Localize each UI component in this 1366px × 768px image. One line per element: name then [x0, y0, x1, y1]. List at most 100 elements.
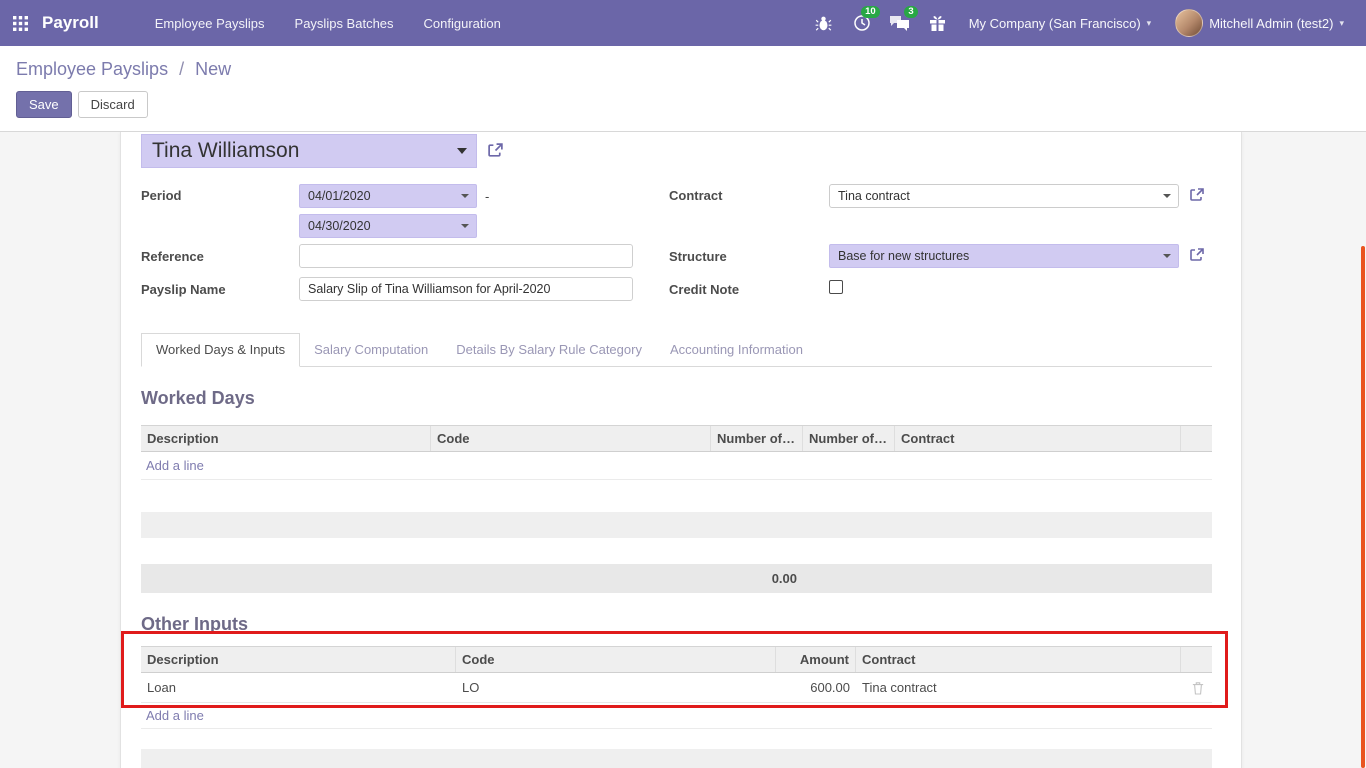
menu-payslips-batches[interactable]: Payslips Batches: [295, 16, 394, 31]
column-header-number-of-days: Number of ...: [711, 426, 803, 451]
breadcrumb: Employee Payslips / New: [0, 46, 1366, 80]
navbar-right: 10 3 My Company (San Francisco): [807, 0, 1366, 46]
chevron-down-icon: [461, 224, 469, 228]
company-switcher[interactable]: My Company (San Francisco) ▾: [959, 0, 1161, 46]
chevron-down-icon: [457, 148, 467, 154]
menu-employee-payslips[interactable]: Employee Payslips: [155, 16, 265, 31]
other-inputs-title: Other Inputs: [141, 614, 1212, 636]
discard-button[interactable]: Discard: [78, 91, 148, 118]
empty-row-striped: [141, 749, 1212, 768]
empty-row: [141, 729, 1212, 749]
app-name[interactable]: Payroll: [42, 13, 99, 33]
apps-grid-icon: [13, 16, 28, 31]
chevron-down-icon: ▾: [1147, 18, 1152, 29]
bug-icon: [815, 15, 832, 32]
structure-label: Structure: [669, 249, 727, 264]
trash-icon: [1192, 681, 1204, 695]
control-panel-buttons: Save Discard: [16, 91, 1366, 118]
column-header-contract: Contract: [856, 647, 1181, 672]
period-dash: -: [485, 189, 489, 204]
chevron-down-icon: [461, 194, 469, 198]
form-sheet: Tina Williamson Period 04/01/2020 - 04/3…: [120, 132, 1242, 768]
period-label: Period: [141, 188, 181, 203]
add-a-line-link[interactable]: Add a line: [146, 458, 204, 473]
tab-details-by-salary-rule-category[interactable]: Details By Salary Rule Category: [442, 334, 656, 366]
save-button[interactable]: Save: [16, 91, 72, 118]
debug-menu-button[interactable]: [807, 0, 841, 46]
company-name: My Company (San Francisco): [969, 16, 1141, 31]
apps-menu-button[interactable]: [0, 0, 40, 46]
payroll-form-page: Payroll Employee Payslips Payslips Batch…: [0, 0, 1366, 768]
other-inputs-row[interactable]: Loan LO 600.00 Tina contract: [141, 673, 1212, 703]
structure-value: Base for new structures: [838, 249, 969, 263]
structure-external-link-icon[interactable]: [1189, 247, 1205, 263]
period-from-field[interactable]: 04/01/2020: [299, 184, 477, 208]
contract-value: Tina contract: [838, 189, 910, 203]
messages-badge: 3: [904, 6, 917, 18]
column-header-amount: Amount: [776, 647, 856, 672]
empty-row: [141, 538, 1212, 564]
add-a-line-link[interactable]: Add a line: [146, 708, 204, 723]
employee-external-link-icon[interactable]: [487, 142, 504, 159]
tab-accounting-information[interactable]: Accounting Information: [656, 334, 817, 366]
breadcrumb-parent[interactable]: Employee Payslips: [16, 59, 168, 79]
worked-days-total: 0.00: [141, 571, 797, 586]
navbar-left: Payroll Employee Payslips Payslips Batch…: [0, 0, 501, 46]
cell-description[interactable]: Loan: [141, 673, 456, 702]
form-sheet-inner: Tina Williamson Period 04/01/2020 - 04/3…: [121, 132, 1241, 768]
column-header-number-of-hours: Number of ...: [803, 426, 895, 451]
employee-name-value: Tina Williamson: [152, 139, 299, 163]
period-to-value: 04/30/2020: [308, 219, 371, 233]
cell-amount[interactable]: 600.00: [776, 673, 856, 702]
gift-icon: [929, 15, 946, 32]
breadcrumb-separator: /: [179, 59, 184, 79]
cell-code[interactable]: LO: [456, 673, 776, 702]
contract-external-link-icon[interactable]: [1189, 187, 1205, 203]
employee-field[interactable]: Tina Williamson: [141, 134, 477, 168]
contract-field[interactable]: Tina contract: [829, 184, 1179, 208]
activities-badge: 10: [861, 6, 880, 18]
empty-row-striped: [141, 512, 1212, 538]
period-from-value: 04/01/2020: [308, 189, 371, 203]
user-name: Mitchell Admin (test2): [1209, 16, 1333, 31]
menu-configuration[interactable]: Configuration: [424, 16, 501, 31]
column-header-actions: [1181, 426, 1214, 451]
period-to-field[interactable]: 04/30/2020: [299, 214, 477, 238]
column-header-description: Description: [141, 426, 431, 451]
contract-label: Contract: [669, 188, 722, 203]
control-panel: Employee Payslips / New Save Discard: [0, 46, 1366, 132]
column-header-code: Code: [456, 647, 776, 672]
credit-note-checkbox[interactable]: [829, 280, 843, 294]
chevron-down-icon: [1163, 194, 1171, 198]
reference-label: Reference: [141, 249, 204, 264]
user-menu[interactable]: Mitchell Admin (test2) ▾: [1165, 0, 1354, 46]
credit-note-label: Credit Note: [669, 282, 739, 297]
reference-input[interactable]: [299, 244, 633, 268]
payslip-name-input[interactable]: [299, 277, 633, 301]
scrollbar-thumb[interactable]: [1361, 246, 1365, 768]
payslip-name-label: Payslip Name: [141, 282, 226, 297]
column-header-contract: Contract: [895, 426, 1181, 451]
worked-days-title: Worked Days: [141, 388, 1212, 410]
cell-contract[interactable]: Tina contract: [856, 673, 1181, 702]
chevron-down-icon: ▾: [1339, 18, 1344, 29]
worked-days-add-row: Add a line: [141, 452, 1212, 480]
avatar: [1175, 9, 1203, 37]
app-menus: Employee Payslips Payslips Batches Confi…: [155, 16, 501, 31]
delete-row-button[interactable]: [1181, 673, 1214, 702]
chevron-down-icon: [1163, 254, 1171, 258]
top-navbar: Payroll Employee Payslips Payslips Batch…: [0, 0, 1366, 46]
messages-button[interactable]: 3: [883, 0, 917, 46]
worked-days-header: Description Code Number of ... Number of…: [141, 425, 1212, 452]
tab-salary-computation[interactable]: Salary Computation: [300, 334, 442, 366]
structure-field[interactable]: Base for new structures: [829, 244, 1179, 268]
content-area: Tina Williamson Period 04/01/2020 - 04/3…: [0, 132, 1366, 768]
payslip-form: Tina Williamson Period 04/01/2020 - 04/3…: [141, 132, 1212, 334]
column-header-description: Description: [141, 647, 456, 672]
notebook-tabs: Worked Days & Inputs Salary Computation …: [141, 334, 1212, 367]
notifications-button[interactable]: [921, 0, 955, 46]
tab-worked-days-inputs[interactable]: Worked Days & Inputs: [141, 333, 300, 367]
activities-button[interactable]: 10: [845, 0, 879, 46]
column-header-code: Code: [431, 426, 711, 451]
other-inputs-add-row: Add a line: [141, 703, 1212, 729]
